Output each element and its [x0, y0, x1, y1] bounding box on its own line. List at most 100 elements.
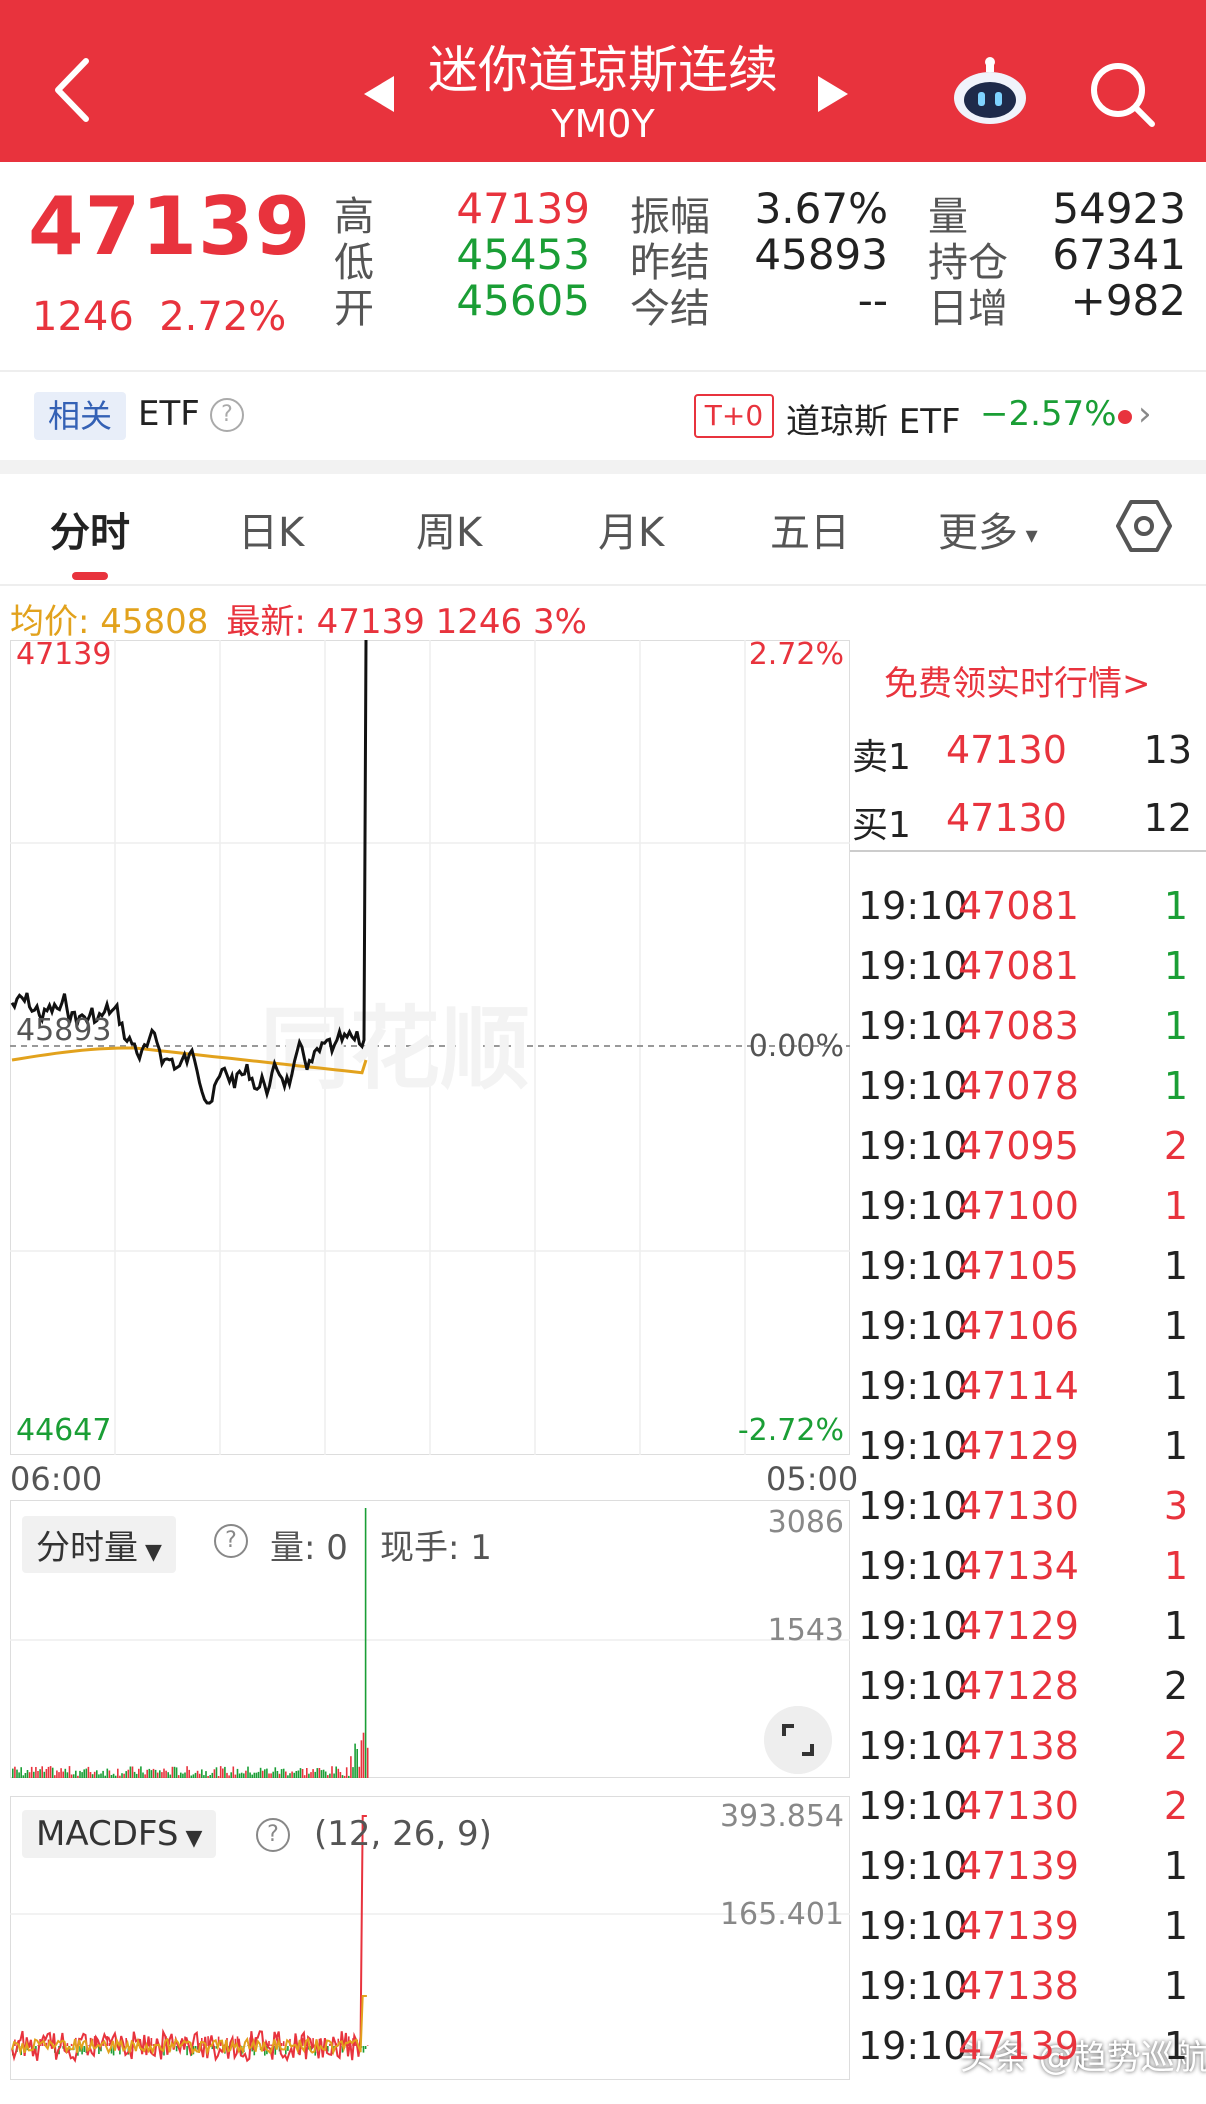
- trade-qty: 2: [1163, 1724, 1188, 1768]
- tab-more[interactable]: 更多 ▾: [938, 500, 1038, 558]
- trade-price: 47130: [958, 1784, 1079, 1828]
- intraday-price-chart[interactable]: 同花顺 47139 45893 44647 2.72% 0.00% -2.72%: [10, 640, 850, 1455]
- etf-name[interactable]: 道琼斯 ETF: [786, 394, 961, 443]
- volume-bar: [198, 1773, 201, 1778]
- help-icon[interactable]: ?: [210, 398, 244, 432]
- volume-bar: [264, 1769, 266, 1778]
- volume-bar: [89, 1772, 92, 1778]
- search-icon[interactable]: [1086, 58, 1156, 128]
- volume-bar: [26, 1770, 29, 1778]
- volume-bar: [257, 1771, 260, 1778]
- volume-bar: [314, 1771, 316, 1778]
- tab-five-day[interactable]: 五日: [770, 500, 850, 558]
- volume-bar: [299, 1768, 302, 1778]
- expand-icon[interactable]: [764, 1706, 832, 1774]
- macd-indicator-label: MACDFS: [36, 1814, 179, 1854]
- volume-bar: [207, 1776, 209, 1778]
- etf-label: ETF: [138, 394, 200, 434]
- tab-daily-k[interactable]: 日K: [238, 500, 304, 558]
- macd-bar: [186, 2046, 188, 2056]
- robot-assistant-icon[interactable]: [952, 56, 1028, 126]
- trade-time: 19:10: [858, 1664, 968, 1708]
- volume-bar: [217, 1776, 220, 1778]
- volume-bar: [350, 1756, 352, 1778]
- macd-bar: [280, 2043, 283, 2046]
- volume-bar: [62, 1771, 64, 1778]
- quote-value: 3.67%: [754, 184, 888, 233]
- volume-bar: [93, 1771, 96, 1778]
- volume-bar: [37, 1771, 39, 1778]
- macd-indicator-select[interactable]: MACDFS ▼: [22, 1810, 217, 1858]
- volume-bar: [339, 1772, 342, 1778]
- quote-value: --: [857, 276, 888, 325]
- tab-monthly-k[interactable]: 月K: [598, 500, 664, 558]
- orderbook-price: 47130: [946, 796, 1067, 840]
- volume-bar: [280, 1769, 283, 1778]
- latest-price: 最新: 47139 1246 3%: [226, 602, 587, 642]
- volume-bar: [243, 1773, 245, 1778]
- orderbook-side: 卖1: [852, 737, 911, 778]
- next-contract-icon[interactable]: [816, 74, 850, 114]
- orderbook-divider: [850, 850, 1206, 852]
- volume-bar: [175, 1767, 178, 1778]
- volume-bar: [312, 1769, 314, 1778]
- change-pct: 2.72%: [159, 294, 287, 340]
- volume-bar: [329, 1773, 331, 1778]
- volume-bar: [266, 1768, 268, 1778]
- volume-bar: [129, 1766, 132, 1778]
- back-arrow-icon[interactable]: [48, 55, 96, 125]
- trade-time: 19:10: [858, 1724, 968, 1768]
- trade-qty: 1: [1163, 1364, 1188, 1408]
- macd-bar: [270, 2044, 272, 2046]
- macd-bar: [66, 2043, 69, 2046]
- volume-bar: [72, 1774, 75, 1778]
- volume-bar: [259, 1767, 262, 1778]
- volume-bar: [43, 1771, 46, 1778]
- settings-hexagon-icon[interactable]: [1116, 498, 1172, 554]
- free-realtime-quote-link[interactable]: 免费领实时行情>: [884, 656, 1151, 705]
- volume-bar: [98, 1774, 100, 1778]
- volume-bar: [77, 1775, 79, 1778]
- trade-qty: 2: [1163, 1784, 1188, 1828]
- volume-bar: [306, 1768, 308, 1778]
- volume-bar: [165, 1770, 167, 1778]
- trade-price: 47081: [958, 944, 1079, 988]
- x-axis-start: 06:00: [10, 1460, 103, 1498]
- volume-bar: [226, 1772, 228, 1778]
- chart-stats-line: 均价: 45808 最新: 47139 1246 3%: [10, 594, 587, 643]
- trade-qty: 1: [1163, 884, 1188, 928]
- volume-bar: [51, 1767, 54, 1778]
- trade-time: 19:10: [858, 944, 968, 988]
- macd-bar: [282, 2041, 285, 2046]
- volume-bar: [112, 1773, 115, 1778]
- tab-weekly-k[interactable]: 周K: [416, 500, 482, 558]
- etf-change-pct: −2.57%: [980, 394, 1117, 434]
- tab-divider: [0, 584, 1206, 586]
- volume-bar: [173, 1766, 176, 1778]
- help-icon[interactable]: ?: [256, 1818, 290, 1852]
- volume-bar: [108, 1770, 111, 1778]
- trade-price: 47139: [958, 1844, 1079, 1888]
- quote-value: 47139: [456, 184, 590, 233]
- tab-intraday[interactable]: 分时: [50, 500, 130, 558]
- trade-time: 19:10: [858, 1004, 968, 1048]
- volume-bar: [66, 1772, 69, 1778]
- volume-bar: [18, 1772, 20, 1778]
- volume-bar: [291, 1771, 293, 1778]
- volume-bar: [308, 1773, 310, 1778]
- volume-bar: [232, 1766, 235, 1778]
- volume-bar: [213, 1769, 216, 1778]
- volume-indicator-select[interactable]: 分时量 ▼: [22, 1516, 176, 1573]
- volume-bar: [114, 1775, 117, 1778]
- tab-more-label: 更多: [938, 510, 1018, 556]
- volume-bar: [341, 1775, 344, 1778]
- help-icon[interactable]: ?: [214, 1524, 248, 1558]
- volume-bar: [253, 1772, 256, 1778]
- volume-bar: [201, 1769, 203, 1778]
- volume-bar: [119, 1775, 121, 1778]
- quote-value: 45893: [754, 230, 888, 279]
- volume-bar: [238, 1773, 241, 1778]
- chevron-right-icon[interactable]: ›: [1138, 394, 1152, 434]
- volume-bar: [16, 1769, 18, 1778]
- volume-bar: [301, 1769, 304, 1778]
